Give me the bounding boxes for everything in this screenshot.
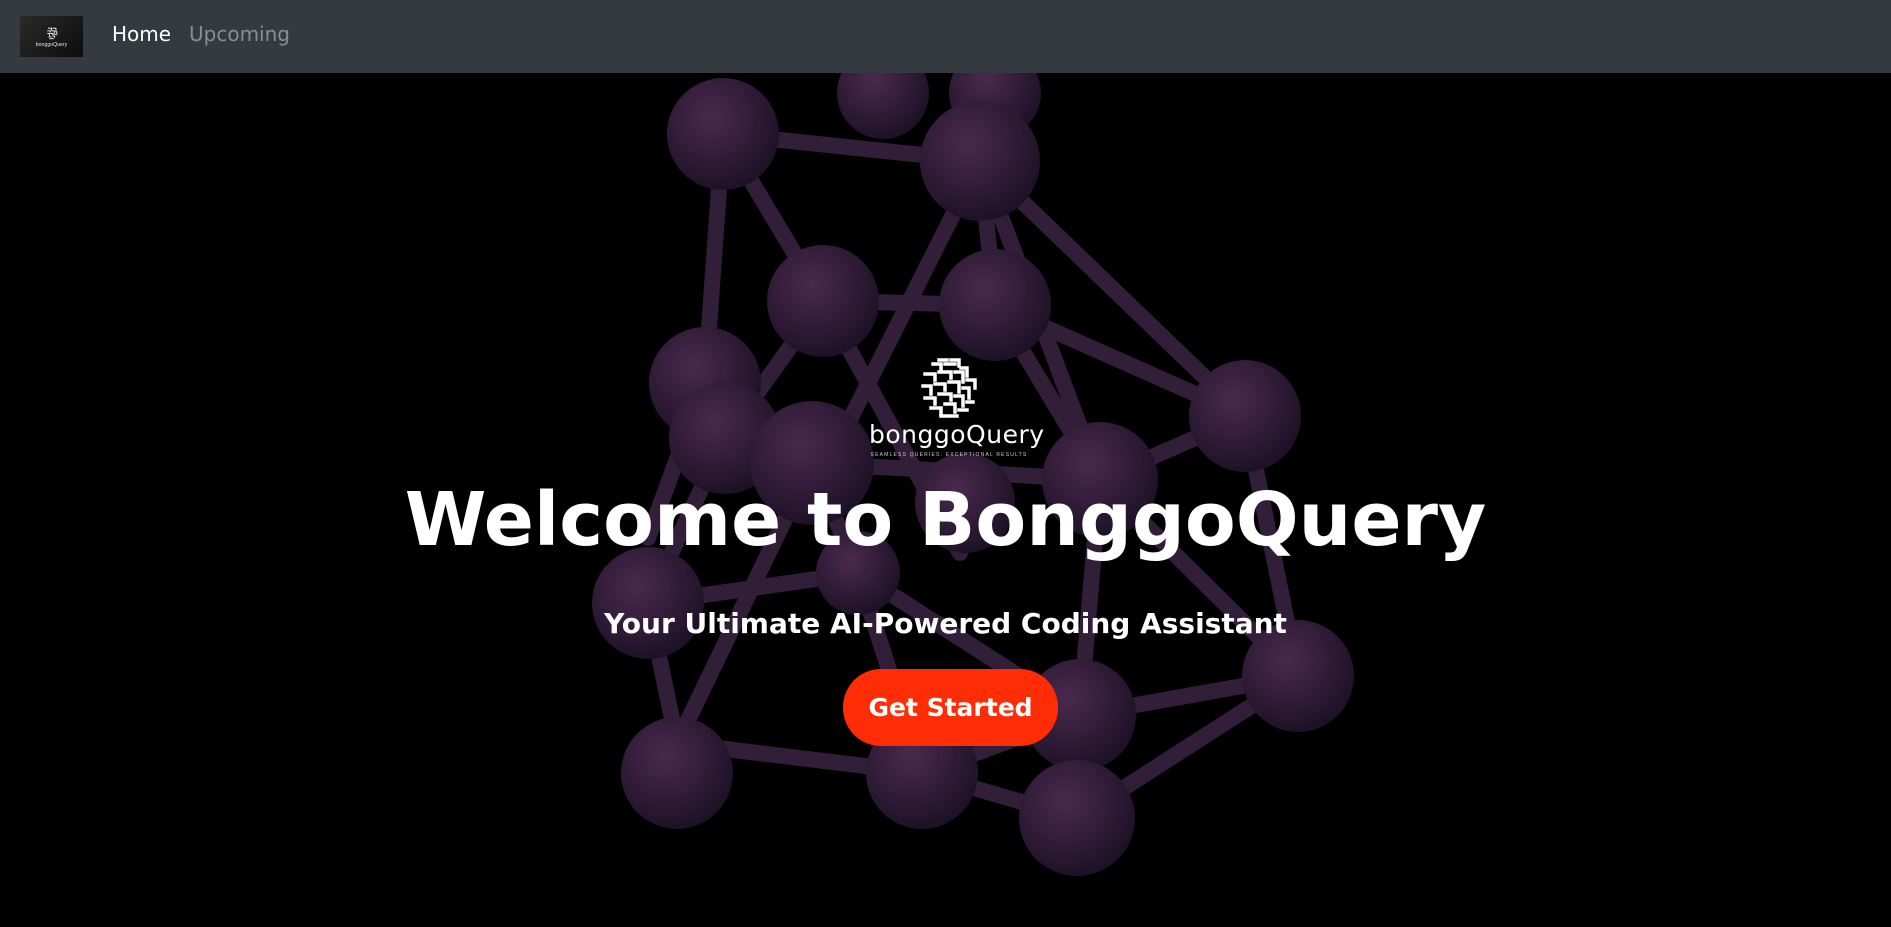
hero-section: bonggoQuery SEAMLESS QUERIES. EXCEPTIONA… <box>0 73 1891 927</box>
brand-wordmark: bonggoQuery <box>35 41 68 48</box>
hero-logo: bonggoQuery SEAMLESS QUERIES. EXCEPTIONA… <box>869 356 1045 464</box>
brand-logo-link[interactable]: bonggoQuery <box>20 16 83 57</box>
hero-title: Welcome to BonggoQuery <box>404 477 1487 563</box>
nav-upcoming-link[interactable]: Upcoming <box>189 22 290 46</box>
top-navbar: bonggoQuery Home Upcoming <box>0 0 1891 73</box>
nav-home-link[interactable]: Home <box>112 22 171 46</box>
hero-logo-wordmark: bonggoQuery <box>869 420 1045 449</box>
hero-subtitle: Your Ultimate AI-Powered Coding Assistan… <box>604 607 1287 640</box>
hero-logo-tagline: SEAMLESS QUERIES. EXCEPTIONAL RESULTS <box>870 452 1028 458</box>
maze-logo-icon <box>46 27 57 39</box>
maze-logo-icon <box>921 358 977 418</box>
get-started-button[interactable]: Get Started <box>843 669 1058 746</box>
